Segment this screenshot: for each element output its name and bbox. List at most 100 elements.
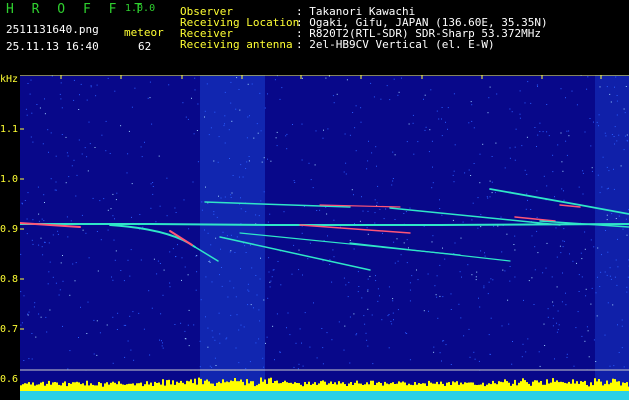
noise-pixel (253, 137, 255, 139)
noise-pixel (194, 77, 196, 79)
noise-pixel (447, 128, 448, 130)
noise-pixel (556, 256, 558, 258)
noise-pixel (398, 91, 400, 93)
noise-pixel (403, 213, 405, 214)
noise-pixel (114, 90, 116, 92)
level-bar (256, 385, 258, 391)
noise-pixel (523, 299, 524, 301)
noise-pixel (361, 297, 363, 299)
noise-pixel (152, 186, 154, 187)
noise-pixel (314, 164, 316, 166)
noise-pixel (316, 210, 318, 211)
noise-pixel (403, 242, 405, 244)
noise-pixel (34, 302, 36, 304)
noise-pixel (205, 186, 206, 188)
noise-pixel (149, 354, 151, 356)
noise-pixel (131, 183, 133, 185)
level-bar (86, 380, 88, 391)
noise-pixel (367, 160, 369, 162)
level-bar (122, 384, 124, 391)
level-bar (514, 379, 516, 391)
noise-pixel (509, 147, 511, 149)
noise-pixel (504, 270, 506, 272)
noise-pixel (32, 243, 34, 245)
noise-pixel (489, 196, 491, 198)
noise-pixel (427, 273, 429, 275)
noise-pixel (99, 332, 101, 334)
noise-pixel (123, 280, 125, 282)
noise-pixel (177, 244, 178, 246)
noise-pixel (406, 141, 408, 143)
noise-pixel (439, 199, 440, 201)
level-bar (58, 384, 60, 391)
noise-pixel (596, 121, 598, 123)
noise-pixel (392, 180, 394, 182)
level-bar (354, 382, 356, 391)
noise-pixel (302, 77, 303, 79)
level-bar (36, 384, 38, 391)
noise-pixel (613, 168, 614, 170)
noise-pixel (397, 94, 399, 96)
noise-pixel (322, 363, 324, 365)
level-bar (180, 380, 182, 391)
noise-pixel (538, 351, 540, 353)
level-bar (172, 380, 174, 391)
noise-pixel (224, 123, 225, 125)
noise-pixel (65, 136, 67, 138)
noise-pixel (554, 196, 555, 198)
level-bar (152, 386, 154, 391)
noise-pixel (374, 222, 376, 224)
level-bar (344, 384, 346, 391)
noise-pixel (130, 249, 132, 251)
noise-pixel (543, 323, 545, 325)
noise-pixel (428, 151, 430, 153)
noise-pixel (235, 347, 237, 349)
noise-pixel (590, 303, 592, 305)
noise-pixel (293, 244, 295, 246)
noise-pixel (488, 97, 490, 99)
noise-pixel (269, 281, 271, 283)
noise-pixel (565, 97, 566, 99)
noise-pixel (60, 82, 62, 84)
level-bar (174, 384, 176, 391)
level-bar (532, 381, 534, 391)
level-bar (250, 381, 252, 391)
noise-pixel (557, 329, 559, 331)
noise-pixel (588, 356, 590, 358)
noise-pixel (231, 120, 233, 122)
level-bar (472, 382, 474, 391)
noise-pixel (123, 324, 125, 326)
noise-pixel (604, 132, 606, 134)
noise-pixel (417, 279, 419, 281)
noise-pixel (263, 191, 265, 193)
noise-pixel (299, 328, 301, 330)
noise-pixel (215, 365, 217, 366)
noise-pixel (49, 309, 51, 311)
noise-pixel (240, 208, 242, 210)
noise-pixel (375, 280, 377, 282)
noise-pixel (487, 197, 489, 199)
noise-pixel (365, 332, 367, 334)
level-bar (622, 382, 624, 391)
noise-pixel (235, 296, 237, 298)
noise-pixel (389, 99, 391, 101)
level-bar (422, 383, 424, 391)
noise-pixel (48, 242, 50, 244)
level-bar (40, 382, 42, 391)
noise-pixel (487, 112, 489, 114)
noise-pixel (151, 123, 153, 125)
noise-pixel (543, 175, 545, 177)
noise-pixel (251, 83, 253, 85)
noise-pixel (219, 342, 221, 344)
noise-pixel (230, 102, 232, 104)
noise-pixel (236, 236, 238, 238)
noise-pixel (442, 247, 443, 249)
noise-pixel (131, 216, 132, 218)
noise-pixel (562, 272, 563, 274)
level-bar (556, 380, 558, 391)
noise-pixel (133, 359, 135, 361)
noise-pixel (560, 252, 562, 254)
noise-pixel (220, 248, 221, 250)
noise-pixel (26, 114, 28, 116)
noise-pixel (609, 93, 611, 95)
